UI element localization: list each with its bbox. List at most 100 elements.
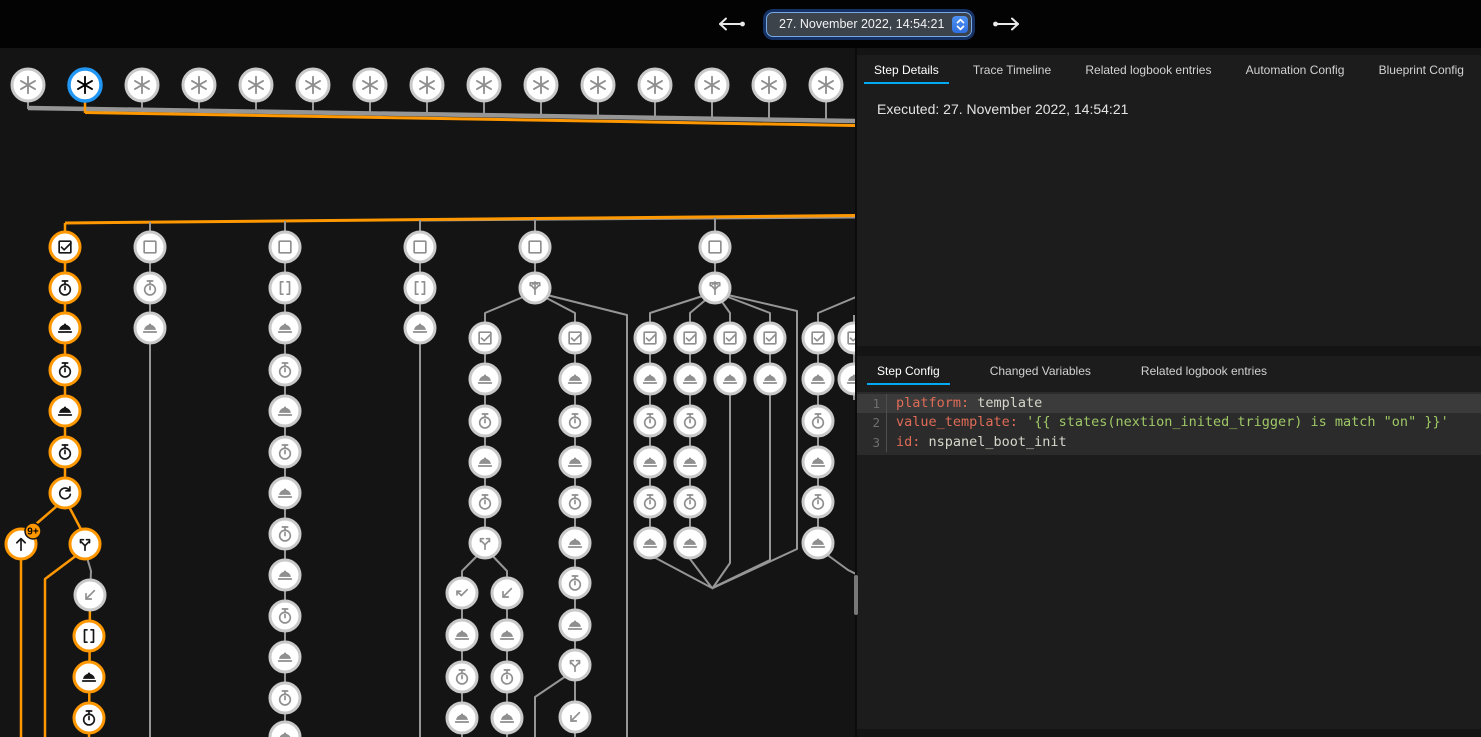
node-arrow-dl[interactable] — [492, 578, 522, 608]
node-asterisk[interactable] — [297, 69, 329, 101]
node-timer[interactable] — [135, 273, 165, 303]
node-timer[interactable] — [492, 662, 522, 692]
node-timer[interactable] — [270, 683, 300, 713]
node-repeat[interactable] — [50, 478, 80, 508]
node-timer[interactable] — [50, 273, 80, 303]
node-asterisk[interactable] — [12, 69, 44, 101]
node-bell[interactable] — [270, 642, 300, 672]
tab-step-details[interactable]: Step Details — [863, 55, 950, 84]
node-checkbox[interactable] — [755, 323, 785, 353]
tab-related-logbook-entries[interactable]: Related logbook entries — [1074, 55, 1222, 84]
node-bell[interactable] — [675, 364, 705, 394]
tab-related-logbook-entries[interactable]: Related logbook entries — [1130, 356, 1278, 385]
node-bell[interactable] — [635, 364, 665, 394]
node-asterisk[interactable] — [69, 69, 101, 101]
node-square[interactable] — [135, 232, 165, 262]
node-square[interactable] — [520, 232, 550, 262]
node-asterisk[interactable] — [468, 69, 500, 101]
node-asterisk[interactable] — [810, 69, 842, 101]
node-timer[interactable] — [470, 487, 500, 517]
node-asterisk[interactable] — [354, 69, 386, 101]
node-timer[interactable] — [50, 355, 80, 385]
node-bell[interactable] — [635, 528, 665, 558]
node-timer[interactable] — [270, 519, 300, 549]
node-bell[interactable] — [803, 447, 833, 477]
node-brackets[interactable] — [270, 273, 300, 303]
tab-blueprint-config[interactable]: Blueprint Config — [1368, 55, 1475, 84]
node-timer[interactable] — [675, 487, 705, 517]
node-timer[interactable] — [675, 406, 705, 436]
node-bell[interactable] — [839, 364, 855, 394]
node-asterisk[interactable] — [411, 69, 443, 101]
tab-changed-variables[interactable]: Changed Variables — [979, 356, 1102, 385]
node-bell[interactable] — [74, 662, 104, 692]
node-checkbox[interactable] — [839, 323, 855, 353]
yaml-code-block[interactable]: 1platform: template2value_template: '{{ … — [857, 392, 1481, 455]
node-bell[interactable] — [447, 703, 477, 733]
node-square[interactable] — [270, 232, 300, 262]
node-brackets[interactable] — [74, 621, 104, 651]
node-bell[interactable] — [755, 364, 785, 394]
node-timer[interactable] — [803, 487, 833, 517]
node-arrow-dl[interactable] — [560, 702, 590, 732]
node-bell[interactable] — [715, 364, 745, 394]
node-asterisk[interactable] — [753, 69, 785, 101]
node-bell[interactable] — [560, 447, 590, 477]
node-asterisk[interactable] — [639, 69, 671, 101]
node-bell[interactable] — [405, 313, 435, 343]
tab-automation-config[interactable]: Automation Config — [1235, 55, 1356, 84]
node-bell[interactable] — [560, 364, 590, 394]
node-bell[interactable] — [675, 447, 705, 477]
node-checkbox[interactable] — [803, 323, 833, 353]
tab-step-config[interactable]: Step Config — [866, 356, 951, 385]
node-checkbox[interactable] — [560, 323, 590, 353]
node-bell[interactable] — [135, 313, 165, 343]
node-timer[interactable] — [635, 406, 665, 436]
node-asterisk[interactable] — [696, 69, 728, 101]
node-timer[interactable] — [470, 406, 500, 436]
node-bell[interactable] — [560, 610, 590, 640]
node-bell[interactable] — [270, 722, 300, 737]
node-arrow-up[interactable]: 9+ — [6, 523, 41, 559]
node-brackets[interactable] — [405, 273, 435, 303]
next-run-button[interactable] — [988, 12, 1026, 36]
node-check-arrow[interactable] — [447, 578, 477, 608]
node-split[interactable] — [70, 529, 100, 559]
node-bell[interactable] — [447, 620, 477, 650]
node-checkbox[interactable] — [50, 232, 80, 262]
node-asterisk[interactable] — [582, 69, 614, 101]
node-bell[interactable] — [50, 396, 80, 426]
node-asterisk[interactable] — [126, 69, 158, 101]
node-timer[interactable] — [635, 487, 665, 517]
node-timer[interactable] — [447, 662, 477, 692]
node-asterisk[interactable] — [240, 69, 272, 101]
node-bell[interactable] — [635, 447, 665, 477]
node-timer[interactable] — [803, 406, 833, 436]
tab-trace-timeline[interactable]: Trace Timeline — [962, 55, 1062, 84]
node-square[interactable] — [700, 232, 730, 262]
node-bell[interactable] — [675, 528, 705, 558]
node-split[interactable] — [560, 650, 590, 680]
node-timer[interactable] — [270, 601, 300, 631]
node-bell[interactable] — [803, 364, 833, 394]
node-timer[interactable] — [74, 703, 104, 733]
node-bell[interactable] — [50, 313, 80, 343]
node-checkbox[interactable] — [470, 323, 500, 353]
node-timer[interactable] — [50, 437, 80, 467]
node-bell[interactable] — [492, 703, 522, 733]
node-timer[interactable] — [270, 437, 300, 467]
node-bell[interactable] — [270, 478, 300, 508]
node-choose[interactable] — [520, 273, 550, 303]
node-bell[interactable] — [803, 528, 833, 558]
node-checkbox[interactable] — [635, 323, 665, 353]
node-bell[interactable] — [270, 313, 300, 343]
node-bell[interactable] — [560, 528, 590, 558]
node-asterisk[interactable] — [525, 69, 557, 101]
node-asterisk[interactable] — [183, 69, 215, 101]
node-arrow-dl[interactable] — [75, 580, 105, 610]
node-timer[interactable] — [270, 355, 300, 385]
panel-resize-handle[interactable] — [854, 575, 858, 615]
node-bell[interactable] — [470, 364, 500, 394]
node-checkbox[interactable] — [715, 323, 745, 353]
node-square[interactable] — [405, 232, 435, 262]
